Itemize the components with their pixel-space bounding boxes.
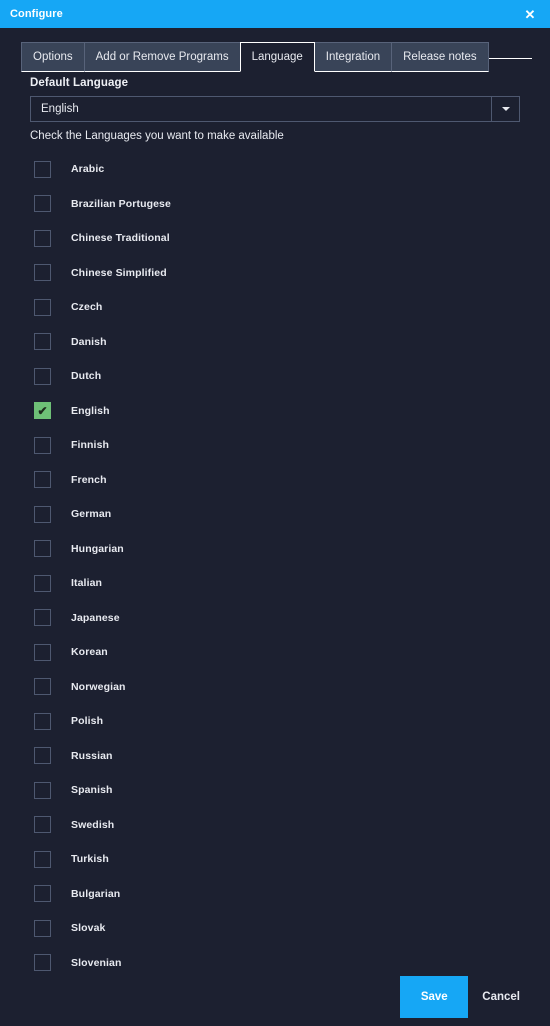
- checkbox-arabic[interactable]: ✔: [34, 160, 51, 178]
- language-label: Dutch: [71, 370, 102, 383]
- checkbox-chinese-traditional[interactable]: ✔: [34, 229, 51, 247]
- language-row[interactable]: ✔ Bulgarian: [30, 877, 520, 912]
- language-row[interactable]: ✔ Spanish: [30, 773, 520, 808]
- close-icon[interactable]: ✕: [522, 6, 538, 22]
- default-language-value[interactable]: English: [30, 96, 492, 122]
- language-label: Polish: [71, 715, 104, 728]
- checkbox-hungarian[interactable]: ✔: [34, 540, 51, 558]
- checkbox-brazilian-portugese[interactable]: ✔: [34, 195, 51, 213]
- language-label: Swedish: [71, 818, 115, 831]
- language-label: Czech: [71, 301, 103, 314]
- checkbox-german[interactable]: ✔: [34, 505, 51, 523]
- language-row[interactable]: ✔ Dutch: [30, 359, 520, 394]
- language-row[interactable]: ✔ Danish: [30, 325, 520, 360]
- checkbox-french[interactable]: ✔: [34, 471, 51, 489]
- tab-bar: Options Add or Remove Programs Language Int…: [0, 28, 550, 72]
- cancel-button[interactable]: Cancel: [468, 976, 534, 1018]
- language-label: Russian: [71, 749, 113, 762]
- language-label: Slovenian: [71, 956, 122, 969]
- checkbox-chinese-simplified[interactable]: ✔: [34, 264, 51, 282]
- tab-language[interactable]: Language: [239, 42, 315, 72]
- language-row[interactable]: ✔ Russian: [30, 739, 520, 774]
- language-label: English: [71, 404, 110, 417]
- dialog-footer: Save Cancel: [0, 968, 550, 1026]
- checkbox-russian[interactable]: ✔: [34, 747, 51, 765]
- language-label: Arabic: [71, 163, 105, 176]
- checkbox-norwegian[interactable]: ✔: [34, 678, 51, 696]
- language-row[interactable]: ✔ Czech: [30, 290, 520, 325]
- checkbox-bulgarian[interactable]: ✔: [34, 885, 51, 903]
- language-label: Norwegian: [71, 680, 126, 693]
- language-label: Bulgarian: [71, 887, 121, 900]
- language-row[interactable]: ✔ Italian: [30, 566, 520, 601]
- checkbox-danish[interactable]: ✔: [34, 333, 51, 351]
- window-title: Configure: [10, 8, 63, 20]
- checkbox-polish[interactable]: ✔: [34, 712, 51, 730]
- language-label: French: [71, 473, 107, 486]
- tab-list: Options Add or Remove Programs Language Int…: [0, 28, 550, 72]
- checkbox-slovak[interactable]: ✔: [34, 919, 51, 937]
- checkbox-dutch[interactable]: ✔: [34, 367, 51, 385]
- language-label: Hungarian: [71, 542, 124, 555]
- language-row[interactable]: ✔ Slovak: [30, 911, 520, 946]
- language-row[interactable]: ✔ Hungarian: [30, 532, 520, 567]
- language-label: Turkish: [71, 853, 109, 866]
- language-row[interactable]: ✔ Swedish: [30, 808, 520, 843]
- language-label: Slovak: [71, 922, 106, 935]
- checkbox-korean[interactable]: ✔: [34, 643, 51, 661]
- language-row[interactable]: ✔ Finnish: [30, 428, 520, 463]
- language-row[interactable]: ✔ Chinese Traditional: [30, 221, 520, 256]
- checkbox-english[interactable]: ✔: [34, 402, 51, 420]
- tab-integration[interactable]: Integration: [313, 42, 393, 72]
- language-label: Spanish: [71, 784, 113, 797]
- language-row[interactable]: ✔ English: [30, 394, 520, 429]
- language-label: Chinese Traditional: [71, 232, 170, 245]
- language-row[interactable]: ✔ Chinese Simplified: [30, 256, 520, 291]
- language-row[interactable]: ✔ German: [30, 497, 520, 532]
- language-label: Italian: [71, 577, 103, 590]
- language-label: Danish: [71, 335, 107, 348]
- checkbox-finnish[interactable]: ✔: [34, 436, 51, 454]
- language-row[interactable]: ✔ Korean: [30, 635, 520, 670]
- language-label: Finnish: [71, 439, 110, 452]
- language-label: Brazilian Portugese: [71, 197, 171, 210]
- language-checkbox-list: ✔ Arabic ✔ Brazilian Portugese ✔ Chinese Trad…: [30, 152, 520, 980]
- chevron-down-icon[interactable]: [492, 96, 520, 122]
- language-row[interactable]: ✔ French: [30, 463, 520, 498]
- language-label: German: [71, 508, 112, 521]
- checkbox-swedish[interactable]: ✔: [34, 816, 51, 834]
- check-icon: ✔: [37, 403, 48, 418]
- checkbox-japanese[interactable]: ✔: [34, 609, 51, 627]
- language-row[interactable]: ✔ Turkish: [30, 842, 520, 877]
- language-row[interactable]: ✔ Norwegian: [30, 670, 520, 705]
- window-titlebar: Configure ✕: [0, 0, 550, 28]
- available-languages-hint: Check the Languages you want to make ava…: [30, 130, 284, 142]
- caret-shape: [501, 107, 510, 111]
- tab-options[interactable]: Options: [21, 42, 85, 72]
- tab-release-notes[interactable]: Release notes: [391, 42, 489, 72]
- default-language-select[interactable]: English: [30, 96, 520, 122]
- language-settings-panel: Default Language English Check the Langu…: [0, 72, 550, 980]
- save-button[interactable]: Save: [400, 976, 469, 1018]
- checkbox-spanish[interactable]: ✔: [34, 781, 51, 799]
- checkbox-czech[interactable]: ✔: [34, 298, 51, 316]
- language-label: Japanese: [71, 611, 120, 624]
- language-row[interactable]: ✔ Japanese: [30, 601, 520, 636]
- language-row[interactable]: ✔ Arabic: [30, 152, 520, 187]
- language-label: Chinese Simplified: [71, 266, 167, 279]
- checkbox-turkish[interactable]: ✔: [34, 850, 51, 868]
- default-language-label: Default Language: [30, 77, 129, 89]
- language-row[interactable]: ✔ Brazilian Portugese: [30, 187, 520, 222]
- tab-add-or-remove-programs[interactable]: Add or Remove Programs: [83, 42, 241, 72]
- language-label: Korean: [71, 646, 108, 659]
- checkbox-italian[interactable]: ✔: [34, 574, 51, 592]
- language-row[interactable]: ✔ Polish: [30, 704, 520, 739]
